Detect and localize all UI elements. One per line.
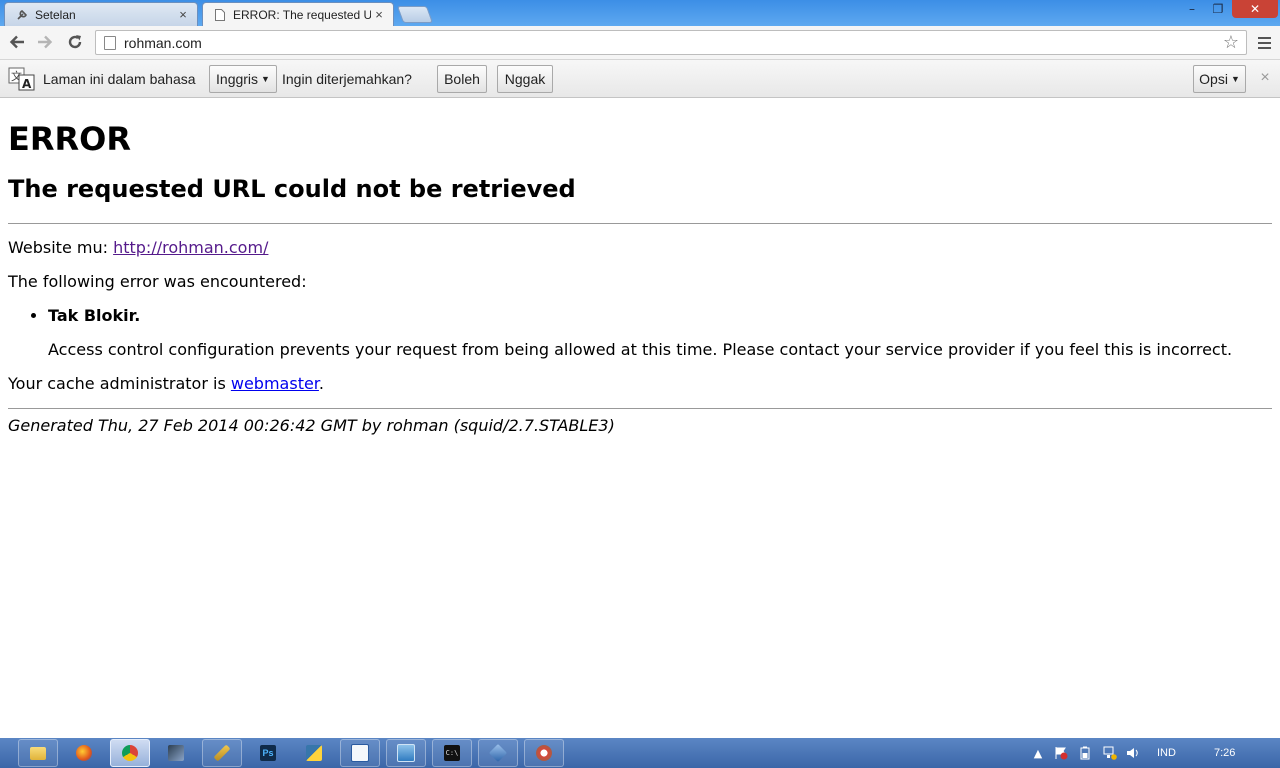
cmd-icon: C:\ <box>444 745 460 761</box>
reload-icon <box>68 35 82 49</box>
taskbar-media[interactable] <box>156 739 196 767</box>
wrench-icon <box>15 8 29 22</box>
clock[interactable]: 7:26 <box>1214 738 1235 768</box>
action-center-flag-icon[interactable] <box>1054 746 1068 760</box>
minimize-button[interactable]: – <box>1180 0 1204 18</box>
error-heading: ERROR <box>8 120 131 158</box>
caret-down-icon: ▼ <box>261 74 270 84</box>
webmaster-link[interactable]: webmaster <box>231 374 319 393</box>
network-icon <box>397 744 415 762</box>
taskbar-cmd[interactable]: C:\ <box>432 739 472 767</box>
cache-text: Your cache administrator is <box>8 374 231 393</box>
firefox-icon <box>76 745 92 761</box>
bookmark-star-icon[interactable]: ☆ <box>1220 32 1242 53</box>
photoshop-icon: Ps <box>260 745 276 761</box>
url-input[interactable] <box>124 34 1220 51</box>
translate-question: Ingin diterjemahkan? <box>282 71 412 87</box>
translate-yes-button[interactable]: Boleh <box>437 65 487 93</box>
writer-icon <box>351 744 369 762</box>
list-item: Tak Blokir. <box>48 306 1272 326</box>
website-line: Website mu: http://rohman.com/ <box>8 238 1272 258</box>
close-infobar-icon[interactable]: × <box>1257 69 1273 87</box>
translate-options-button[interactable]: Opsi ▼ <box>1193 65 1246 93</box>
battery-icon[interactable] <box>1078 746 1092 760</box>
folder-icon <box>30 746 46 760</box>
address-bar[interactable]: ☆ <box>95 30 1247 55</box>
taskbar-virtualbox[interactable] <box>478 739 518 767</box>
taskbar-sketch[interactable] <box>202 739 242 767</box>
taskbar-photoshop[interactable]: Ps <box>248 739 288 767</box>
taskbar-writer[interactable] <box>340 739 380 767</box>
error-description: Access control configuration prevents yo… <box>48 340 1233 359</box>
arrow-left-icon <box>9 35 24 49</box>
media-icon <box>168 745 184 761</box>
taskbar: Ps C:\ ▲ IND 7:26 <box>0 738 1280 768</box>
taskbar-gimp[interactable] <box>524 739 564 767</box>
tab-error[interactable]: ERROR: The requested URI × <box>202 2 394 26</box>
taskbar-python[interactable] <box>294 739 334 767</box>
tab-close-icon[interactable]: × <box>175 7 191 22</box>
input-language-indicator[interactable]: IND <box>1157 738 1176 768</box>
website-label: Website mu: <box>8 238 108 257</box>
python-icon <box>306 745 322 761</box>
taskbar-network[interactable] <box>386 739 426 767</box>
error-subheading: The requested URL could not be retrieved <box>8 175 576 203</box>
gimp-icon <box>536 745 552 761</box>
translate-no-button[interactable]: Nggak <box>497 65 553 93</box>
show-hidden-icons-arrow-icon[interactable]: ▲ <box>1031 746 1045 760</box>
error-title: Tak Blokir. <box>48 306 141 325</box>
taskbar-firefox[interactable] <box>64 739 104 767</box>
cache-admin-line: Your cache administrator is webmaster. <box>8 374 1272 394</box>
following-error-text: The following error was encountered: <box>8 272 307 291</box>
translate-icon: 文 A <box>8 67 36 91</box>
sketch-icon <box>213 744 231 762</box>
caret-down-icon: ▼ <box>1230 74 1240 84</box>
error-list: Tak Blokir. <box>8 306 1272 326</box>
divider <box>8 408 1272 409</box>
tab-title: ERROR: The requested URI <box>233 7 371 22</box>
back-button[interactable] <box>6 31 28 53</box>
page-icon <box>213 8 227 22</box>
page-content: ERROR The requested URL could not be ret… <box>8 98 1272 436</box>
cache-period: . <box>318 374 325 393</box>
taskbar-chrome[interactable] <box>110 739 150 767</box>
language-label: Inggris <box>216 71 259 87</box>
generated-footer: Generated Thu, 27 Feb 2014 00:26:42 GMT … <box>8 416 615 435</box>
page-icon <box>104 35 116 50</box>
browser-toolbar: ☆ <box>0 26 1280 60</box>
tab-close-icon[interactable]: × <box>371 7 387 22</box>
reload-button[interactable] <box>64 31 86 53</box>
chrome-icon <box>122 745 138 761</box>
arrow-right-icon <box>38 35 53 49</box>
volume-icon[interactable] <box>1126 746 1140 760</box>
forward-button[interactable] <box>34 31 56 53</box>
virtualbox-icon <box>488 743 508 763</box>
hamburger-menu-icon[interactable] <box>1254 32 1274 54</box>
divider <box>8 223 1272 224</box>
network-status-icon[interactable] <box>1103 746 1117 760</box>
maximize-button[interactable]: ❐ <box>1206 0 1230 18</box>
new-tab-button[interactable] <box>396 6 434 23</box>
close-window-button[interactable]: ✕ <box>1232 0 1278 18</box>
language-dropdown[interactable]: Inggris ▼ <box>209 65 277 93</box>
tab-title: Setelan <box>35 7 76 22</box>
options-label: Opsi <box>1199 71 1228 87</box>
svg-text:A: A <box>22 77 32 91</box>
translate-infobar: 文 A Laman ini dalam bahasa Inggris ▼ Ing… <box>0 60 1280 98</box>
translate-text: Laman ini dalam bahasa <box>43 71 196 87</box>
website-link[interactable]: http://rohman.com/ <box>113 238 268 257</box>
tab-strip: Setelan × ERROR: The requested URI × – ❐… <box>0 0 1280 26</box>
taskbar-folder[interactable] <box>18 739 58 767</box>
tab-setelan[interactable]: Setelan × <box>4 2 198 26</box>
